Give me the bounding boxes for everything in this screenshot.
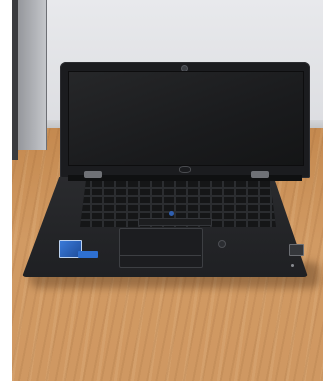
brand-logo	[179, 166, 191, 173]
fingerprint-reader-icon	[218, 240, 226, 248]
status-led	[291, 264, 294, 267]
energy-sticker	[78, 251, 98, 258]
smartcard-slot-icon	[289, 244, 304, 256]
cabinet-shadow	[12, 0, 18, 160]
laptop-lid	[60, 62, 310, 178]
spacebar	[138, 218, 212, 226]
touchpad-buttons	[119, 255, 201, 266]
left-hinge	[84, 171, 102, 178]
right-hinge	[251, 171, 269, 178]
trackpoint-icon	[169, 211, 174, 216]
laptop-screen	[68, 71, 304, 166]
laptop-photo	[12, 0, 323, 381]
